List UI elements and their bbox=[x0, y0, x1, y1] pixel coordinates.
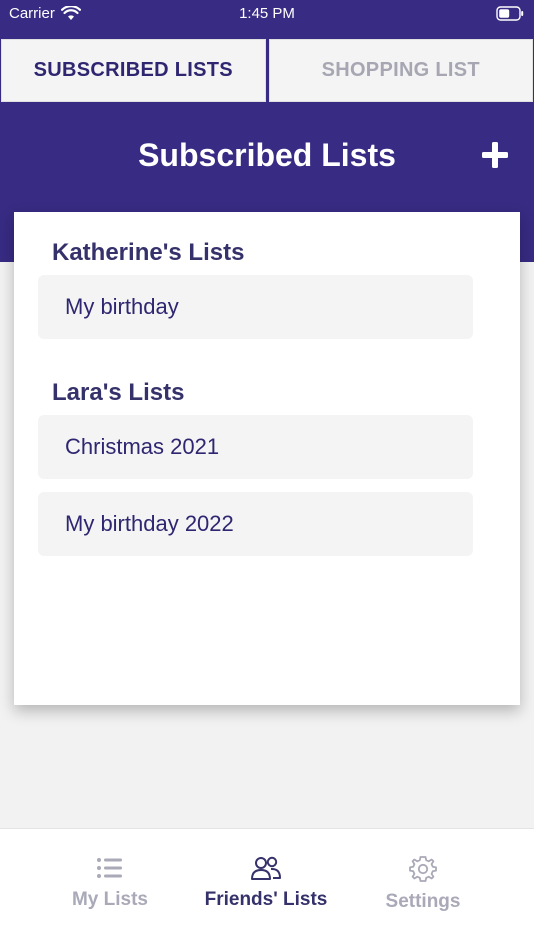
list-item[interactable]: My birthday 2022 bbox=[38, 492, 473, 556]
list-item-label: My birthday 2022 bbox=[65, 511, 234, 536]
list-item-label: My birthday bbox=[65, 294, 179, 319]
status-time: 1:45 PM bbox=[239, 5, 295, 22]
group-title-katherine: Katherine's Lists bbox=[52, 239, 245, 266]
bottom-tab-my-lists-label: My Lists bbox=[71, 889, 149, 910]
list-item-label: Christmas 2021 bbox=[65, 434, 220, 459]
page-title: Subscribed Lists bbox=[138, 137, 396, 173]
plus-icon bbox=[482, 142, 508, 168]
tab-subscribed-lists[interactable]: SUBSCRIBED LISTS bbox=[1, 39, 266, 102]
tab-subscribed-lists-label: SUBSCRIBED LISTS bbox=[33, 59, 233, 81]
list-item[interactable]: My birthday bbox=[38, 275, 473, 339]
bottom-tab-settings[interactable]: Settings bbox=[334, 829, 512, 950]
top-tab-bar: SUBSCRIBED LISTS SHOPPING LIST bbox=[0, 39, 534, 102]
friends-icon bbox=[251, 856, 281, 880]
add-button[interactable] bbox=[481, 141, 509, 169]
bottom-tab-friends-lists-label: Friends' Lists bbox=[204, 889, 328, 910]
bottom-tab-bar: My Lists Friends' Lists Settings bbox=[0, 828, 534, 950]
bottom-tab-friends-lists[interactable]: Friends' Lists bbox=[177, 829, 355, 950]
subscribed-lists-card: Katherine's Lists My birthday Lara's Lis… bbox=[14, 212, 520, 705]
tab-shopping-list-label: SHOPPING LIST bbox=[321, 59, 480, 81]
bottom-tab-my-lists[interactable]: My Lists bbox=[21, 829, 199, 950]
tab-shopping-list[interactable]: SHOPPING LIST bbox=[268, 39, 533, 102]
status-bar: Carrier 1:45 PM bbox=[0, 0, 534, 30]
gear-icon bbox=[409, 856, 437, 882]
group-title-lara: Lara's Lists bbox=[52, 379, 185, 406]
battery-icon bbox=[496, 6, 524, 25]
list-icon bbox=[97, 858, 122, 878]
bottom-tab-settings-label: Settings bbox=[385, 891, 461, 912]
list-item[interactable]: Christmas 2021 bbox=[38, 415, 473, 479]
